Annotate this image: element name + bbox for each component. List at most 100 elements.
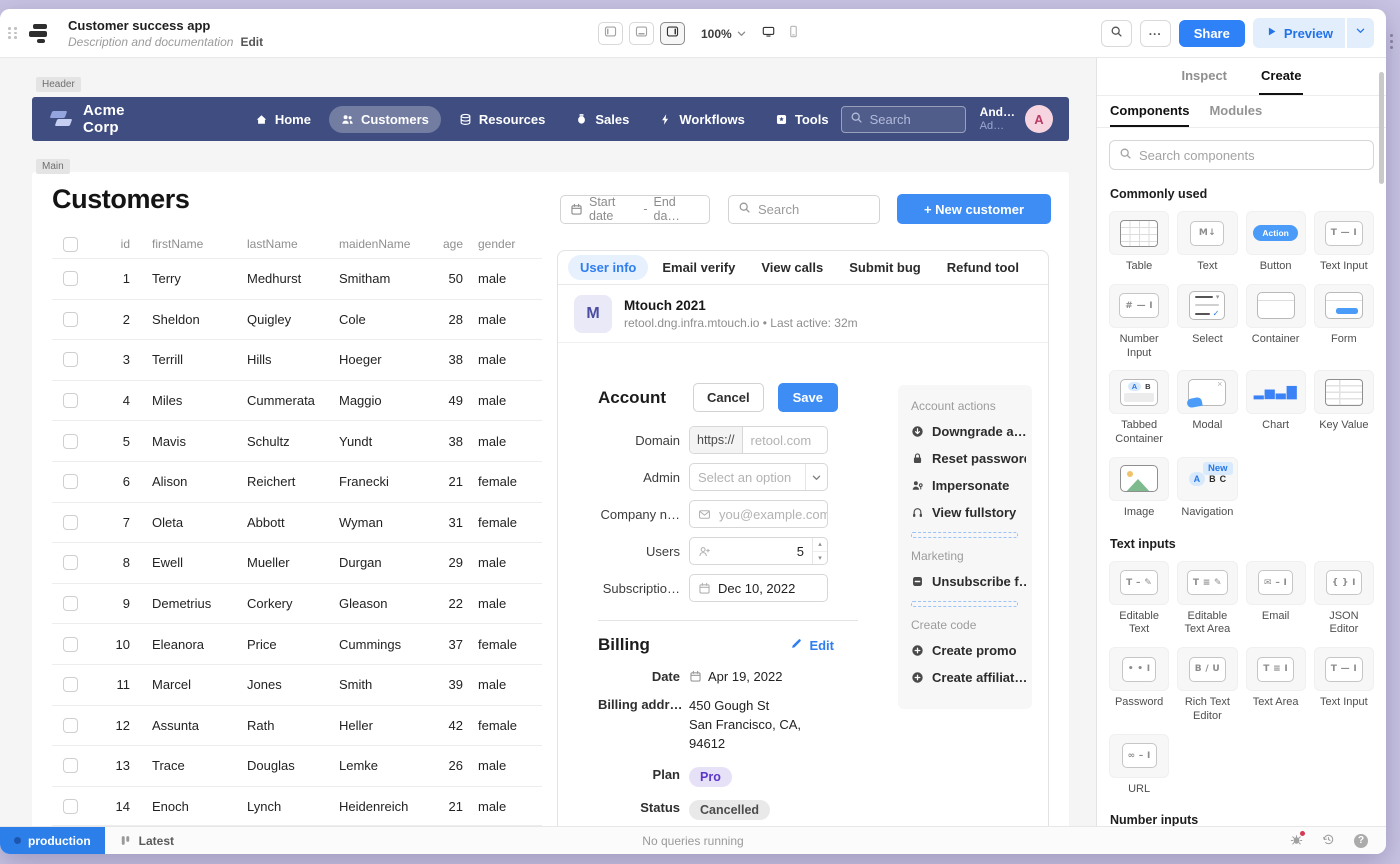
row-checkbox[interactable] (63, 596, 78, 611)
table-row[interactable]: 2SheldonQuigleyCole28male (52, 299, 542, 340)
row-checkbox[interactable] (63, 271, 78, 286)
row-checkbox[interactable] (63, 312, 78, 327)
nav-item-resources[interactable]: Resources (447, 106, 557, 133)
billing-edit-button[interactable]: Edit (790, 637, 834, 653)
component-editable-text[interactable]: T – ✎ Editable Text (1109, 561, 1169, 638)
detail-tab-user-info[interactable]: User info (568, 255, 648, 280)
select-caret-button[interactable] (805, 464, 827, 490)
component-button[interactable]: Action Button (1246, 211, 1306, 274)
action-downgrade-a[interactable]: Downgrade a… (911, 424, 1026, 439)
debug-button[interactable] (1290, 833, 1303, 849)
component-form[interactable]: Form (1314, 284, 1374, 361)
nav-item-workflows[interactable]: Workflows (647, 106, 757, 133)
nav-item-customers[interactable]: Customers (329, 106, 441, 133)
action-view-fullstory[interactable]: View fullstory (911, 505, 1026, 520)
table-row[interactable]: 7OletaAbbottWyman31female (52, 502, 542, 543)
scrollbar-thumb[interactable] (1379, 72, 1384, 184)
toggle-bottom-panel-button[interactable] (629, 22, 654, 45)
nav-item-sales[interactable]: Sales (563, 106, 641, 133)
customer-search-input[interactable]: Search (728, 195, 880, 224)
more-options-button[interactable]: ... (1140, 20, 1171, 47)
detail-tab-email-verify[interactable]: Email verify (650, 255, 747, 280)
detail-tab-submit-bug[interactable]: Submit bug (837, 255, 933, 280)
component-select[interactable]: ▾✓ Select (1177, 284, 1237, 361)
row-checkbox[interactable] (63, 718, 78, 733)
component-modal[interactable]: × Modal (1177, 370, 1237, 447)
inspector-tab-inspect[interactable]: Inspect (1180, 58, 1230, 95)
component-text-area[interactable]: T ≡ I Text Area (1246, 647, 1306, 724)
row-checkbox[interactable] (63, 515, 78, 530)
row-checkbox[interactable] (63, 352, 78, 367)
action-reset-password[interactable]: Reset password (911, 451, 1026, 466)
drag-handle-icon[interactable] (8, 27, 18, 39)
table-row[interactable]: 9DemetriusCorkeryGleason22male (52, 583, 542, 624)
component-container[interactable]: Container (1246, 284, 1306, 361)
row-checkbox[interactable] (63, 555, 78, 570)
component-image[interactable]: Image (1109, 457, 1169, 520)
column-header-lastname[interactable]: lastName (231, 237, 323, 251)
table-row[interactable]: 1TerryMedhurstSmitham50male (52, 258, 542, 299)
component-navigation[interactable]: ABCNew Navigation (1177, 457, 1237, 520)
cancel-button[interactable]: Cancel (693, 383, 764, 412)
table-row[interactable]: 3TerrillHillsHoeger38male (52, 339, 542, 380)
subscriptio-input[interactable]: Dec 10, 2022 (689, 574, 828, 602)
nav-item-tools[interactable]: Tools (763, 106, 841, 133)
table-row[interactable]: 12AssuntaRathHeller42female (52, 705, 542, 746)
share-button[interactable]: Share (1179, 20, 1245, 47)
component-chart[interactable]: ▂▅▃▇ Chart (1246, 370, 1306, 447)
toggle-left-panel-button[interactable] (598, 22, 623, 45)
table-row[interactable]: 13TraceDouglasLemke26male (52, 745, 542, 786)
nav-item-home[interactable]: Home (243, 106, 323, 133)
table-row[interactable]: 4MilesCummerataMaggio49male (52, 380, 542, 421)
zoom-level-dropdown[interactable]: 100% (701, 27, 748, 41)
window-edge-handle[interactable] (1390, 34, 1393, 49)
component-tabbed-container[interactable]: AB Tabbed Container (1109, 370, 1169, 447)
row-checkbox[interactable] (63, 677, 78, 692)
component-text[interactable]: M↓ Text (1177, 211, 1237, 274)
component-url[interactable]: ∞ – I URL (1109, 734, 1169, 797)
avatar[interactable]: A (1025, 105, 1053, 133)
toggle-right-panel-button[interactable] (660, 22, 685, 45)
column-header-id[interactable]: id (88, 237, 136, 251)
component-editable-text-area[interactable]: T ≡ ✎ Editable Text Area (1177, 561, 1237, 638)
component-text-input[interactable]: T — I Text Input (1314, 211, 1374, 274)
history-button[interactable] (1322, 833, 1335, 849)
table-row[interactable]: 10EleanoraPriceCummings37female (52, 623, 542, 664)
row-checkbox[interactable] (63, 393, 78, 408)
desktop-view-button[interactable] (762, 25, 775, 43)
retool-logo-icon[interactable] (28, 22, 52, 44)
search-components-input[interactable]: Search components (1109, 140, 1374, 170)
inspector-subtab-components[interactable]: Components (1110, 96, 1189, 127)
preview-button[interactable]: Preview (1253, 18, 1345, 48)
row-checkbox[interactable] (63, 434, 78, 449)
component-text-input[interactable]: T — I Text Input (1314, 647, 1374, 724)
mobile-view-button[interactable] (787, 25, 800, 43)
date-range-picker[interactable]: Start date - End da… (560, 195, 710, 224)
preview-dropdown-button[interactable] (1347, 18, 1374, 48)
environment-selector[interactable]: production (0, 827, 105, 855)
users-input[interactable]: 5▴▾ (689, 537, 828, 565)
detail-tab-view-calls[interactable]: View calls (749, 255, 835, 280)
action-create-promo[interactable]: Create promo (911, 643, 1026, 658)
table-row[interactable]: 8EwellMuellerDurgan29male (52, 542, 542, 583)
table-row[interactable]: 5MavisSchultzYundt38male (52, 420, 542, 461)
inspector-subtab-modules[interactable]: Modules (1209, 96, 1262, 127)
number-stepper[interactable]: ▴▾ (812, 538, 827, 564)
row-checkbox[interactable] (63, 799, 78, 814)
column-header-age[interactable]: age (423, 237, 463, 251)
detail-tab-refund-tool[interactable]: Refund tool (935, 255, 1031, 280)
edit-description-button[interactable]: Edit (240, 35, 263, 49)
inspector-tab-create[interactable]: Create (1259, 58, 1303, 95)
component-password[interactable]: • • I Password (1109, 647, 1169, 724)
action-unsubscribe-f[interactable]: Unsubscribe f… (911, 574, 1026, 589)
component-table[interactable]: Table (1109, 211, 1169, 274)
component-key-value[interactable]: Key Value (1314, 370, 1374, 447)
help-button[interactable]: ? (1354, 834, 1368, 848)
action-impersonate[interactable]: Impersonate (911, 478, 1026, 493)
navbar-search-input[interactable]: Search (841, 106, 966, 133)
table-row[interactable]: 11MarcelJonesSmith39male (52, 664, 542, 705)
admin-input[interactable]: Select an option (689, 463, 828, 491)
domain-input[interactable]: https://retool.com (689, 426, 828, 454)
row-checkbox[interactable] (63, 758, 78, 773)
row-checkbox[interactable] (63, 637, 78, 652)
